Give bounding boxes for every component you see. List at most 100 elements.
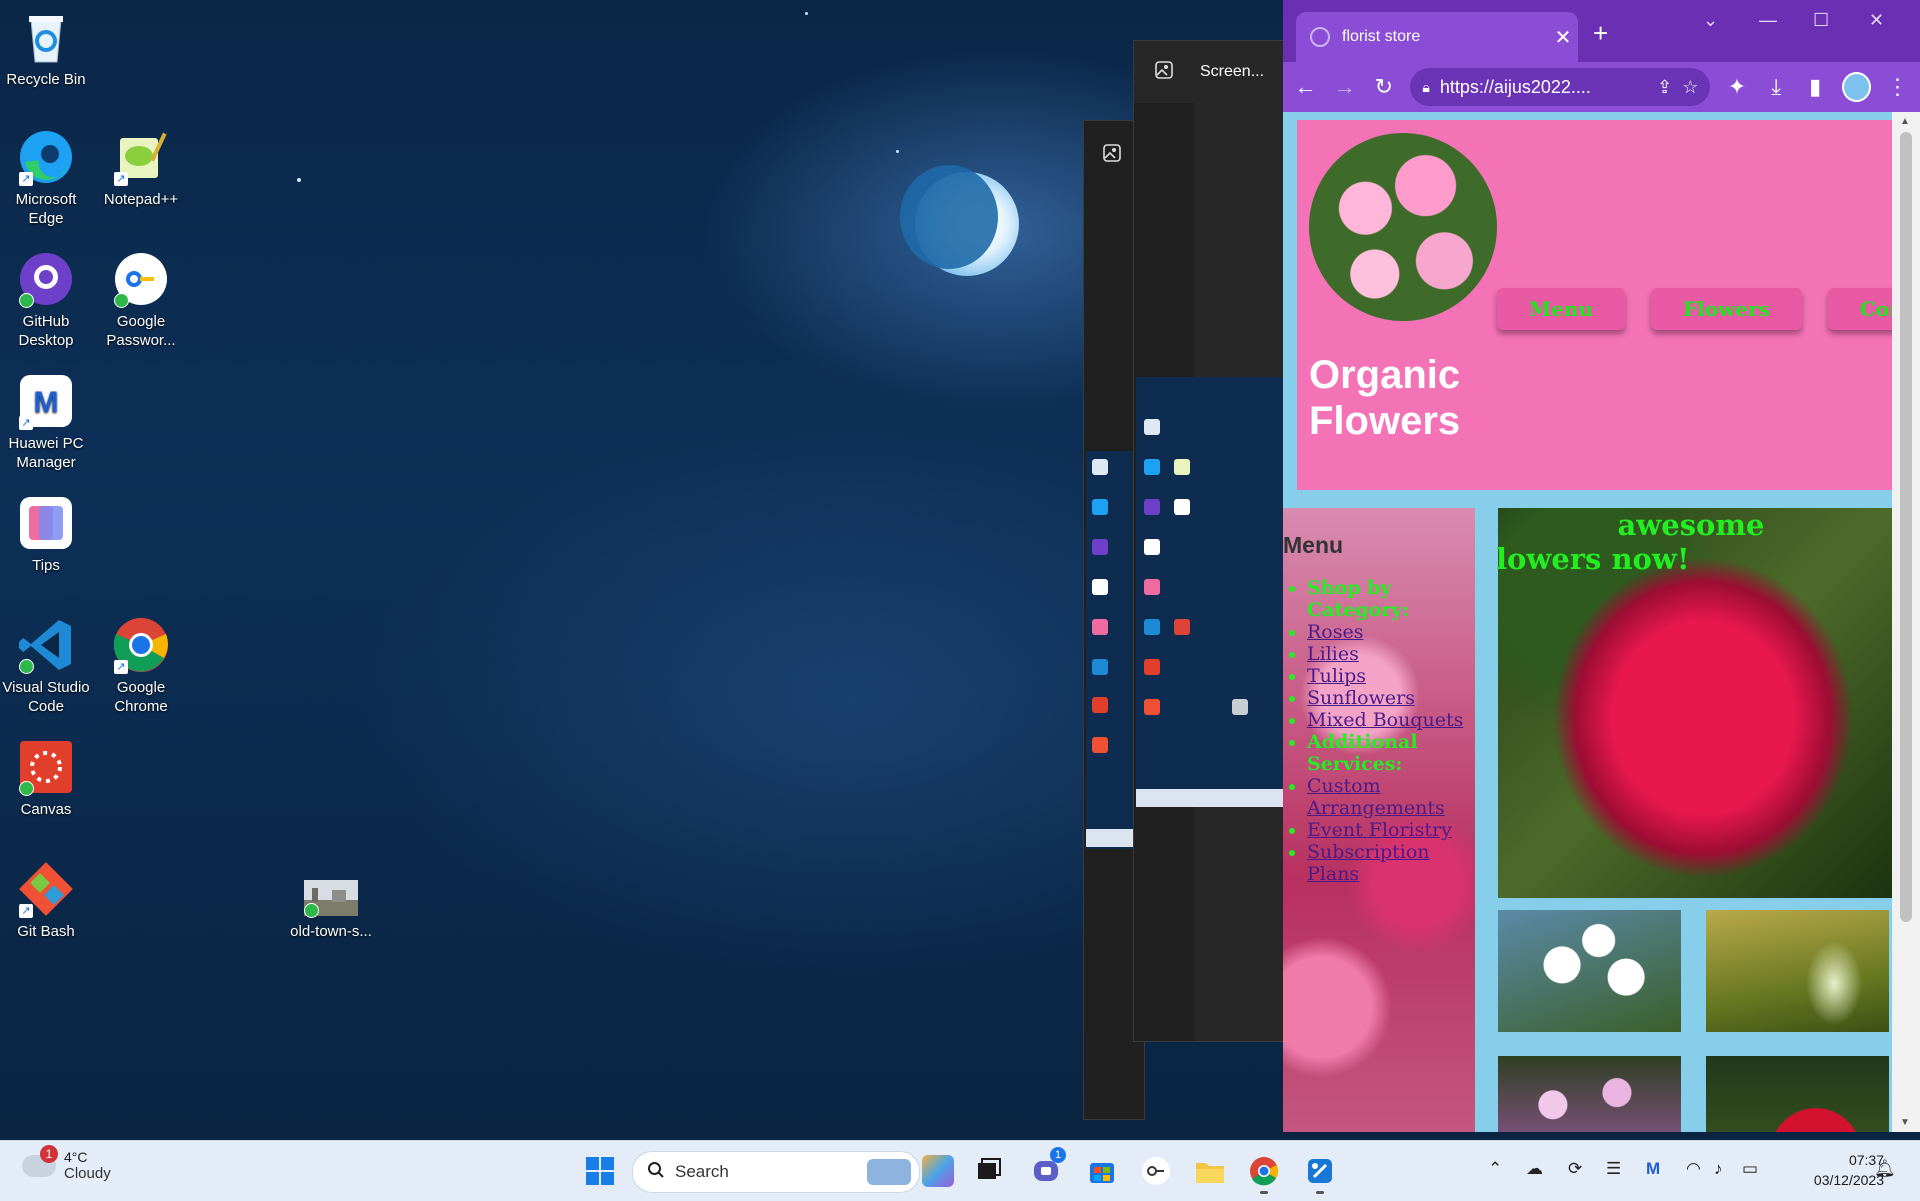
page-scrollbar[interactable]: ▲ ▼: [1892, 112, 1920, 1132]
desktop-icon-label: Recycle Bin: [6, 71, 86, 88]
tab-search-icon[interactable]: ⌄: [1703, 10, 1718, 31]
sidebar-category: Shop by Category:: [1307, 577, 1475, 621]
scrollbar-thumb[interactable]: [1900, 132, 1912, 922]
extensions-icon[interactable]: ✦: [1724, 74, 1749, 100]
sidebar-link-roses[interactable]: Roses: [1307, 621, 1364, 643]
sidebar-link-mixed-bouquets[interactable]: Mixed Bouquets: [1307, 709, 1463, 731]
sidebar-link-custom-arrangements[interactable]: Custom Arrangements: [1307, 775, 1445, 819]
recycle-bin-icon: [17, 8, 75, 66]
new-tab-icon[interactable]: +: [1593, 18, 1608, 49]
hero-text-line2: lowers now!: [1496, 542, 1690, 576]
tab-florist-store[interactable]: florist store ✕: [1296, 12, 1578, 62]
maximize-icon[interactable]: ☐: [1813, 10, 1829, 31]
desktop-icon-notepadpp[interactable]: ↗ Notepad++: [96, 128, 186, 209]
desktop-icon-chrome[interactable]: ↗ Google Chrome: [96, 616, 186, 716]
settings-sliders-icon[interactable]: ☰: [1606, 1159, 1621, 1179]
taskbar: 1 4°C Cloudy Search 1 ⌃ ☁ ⟳ ☰ M ◠ ♪ ▭ 07…: [0, 1140, 1920, 1201]
onedrive-icon[interactable]: ☁: [1526, 1159, 1543, 1179]
desktop-icon-old-town-image[interactable]: old-town-s...: [286, 878, 376, 941]
site-title: Organic Flowers: [1309, 352, 1460, 444]
sidebar-link-subscription-plans[interactable]: Subscription Plans: [1307, 841, 1430, 885]
desktop-icon-github-desktop[interactable]: GitHub Desktop: [1, 250, 91, 350]
reload-icon[interactable]: ↻: [1371, 74, 1396, 100]
mini-icon: [1174, 619, 1190, 635]
mini-icon: [1144, 659, 1160, 675]
show-hidden-icons-icon[interactable]: ⌃: [1488, 1159, 1502, 1179]
sidebar-item: Sunflowers: [1307, 687, 1475, 709]
shortcut-arrow-icon: ↗: [19, 172, 33, 186]
mini-icon: [1092, 499, 1108, 515]
notifications-bell-icon[interactable]: 🔔︎: [1874, 1159, 1896, 1179]
scroll-down-icon[interactable]: ▼: [1900, 1117, 1910, 1128]
mini-icon: [1144, 459, 1160, 475]
site-header: Menu Flowers Contact Organic Flowers: [1297, 120, 1892, 490]
mini-taskbar: [1136, 789, 1284, 807]
desktop-icon-huawei[interactable]: M ↗ Huawei PC Manager: [1, 372, 91, 472]
download-icon[interactable]: ⤓: [1764, 74, 1789, 100]
snipping-tool-window[interactable]: Screen...: [1133, 40, 1285, 1042]
desktop-icon-recycle-bin[interactable]: Recycle Bin: [1, 8, 91, 89]
nav-menu-link[interactable]: Menu: [1497, 288, 1625, 330]
close-window-icon[interactable]: ✕: [1869, 10, 1884, 31]
scroll-up-icon[interactable]: ▲: [1900, 116, 1910, 127]
desktop-icon-label: Huawei PC Manager: [8, 435, 84, 471]
sidebar-link-event-floristry[interactable]: Event Floristry: [1307, 819, 1452, 841]
weather-widget[interactable]: 1 4°C Cloudy: [22, 1144, 111, 1182]
url-text: https://aijus2022....: [1439, 76, 1591, 97]
chrome-window[interactable]: florist store ✕ + ⌄ — ☐ ✕ ← → ↻ 🔒︎ https…: [1283, 0, 1920, 1132]
search-placeholder: Search: [675, 1162, 729, 1181]
taskbar-search[interactable]: Search: [632, 1151, 920, 1193]
nav-contact-link[interactable]: Contact: [1827, 288, 1892, 330]
volume-icon[interactable]: ♪: [1714, 1159, 1723, 1179]
daffodil-image: [1498, 910, 1681, 1032]
desktop-icon-google-password[interactable]: Google Passwor...: [96, 250, 186, 350]
snipping-tool-taskbar-icon[interactable]: [1304, 1155, 1336, 1194]
desktop-icon-label: Notepad++: [103, 191, 179, 208]
mini-icon: [1144, 619, 1160, 635]
sidebar-heading: Menu: [1283, 532, 1344, 558]
image-icon: [1102, 143, 1122, 168]
address-bar[interactable]: 🔒︎ https://aijus2022.... ⇪ ☆: [1410, 68, 1711, 106]
desktop-icon-label: Microsoft Edge: [15, 191, 77, 227]
share-icon[interactable]: ⇪: [1657, 77, 1672, 98]
bookmark-star-icon[interactable]: ☆: [1682, 77, 1698, 98]
more-menu-icon[interactable]: ⋮: [1885, 74, 1910, 100]
forward-icon[interactable]: →: [1332, 74, 1357, 100]
back-icon[interactable]: ←: [1293, 74, 1318, 100]
huawei-tray-icon[interactable]: M: [1646, 1159, 1660, 1179]
mini-icon: [1092, 579, 1108, 595]
desktop-icon-label: Google Chrome: [114, 679, 168, 715]
search-icon: [647, 1161, 665, 1184]
google-password-taskbar-icon[interactable]: [1140, 1155, 1172, 1187]
store-icon[interactable]: [1086, 1155, 1118, 1187]
sidebar-link-sunflowers[interactable]: Sunflowers: [1307, 687, 1415, 709]
sidebar-link-tulips[interactable]: Tulips: [1307, 665, 1366, 687]
desktop-icon-edge[interactable]: ↗ Microsoft Edge: [1, 128, 91, 228]
desktop-icon-vscode[interactable]: Visual Studio Code: [1, 616, 91, 716]
minimize-icon[interactable]: —: [1759, 10, 1777, 31]
chrome-taskbar-icon[interactable]: [1248, 1155, 1280, 1194]
profile-avatar[interactable]: [1841, 72, 1871, 102]
vscode-icon: [17, 616, 75, 674]
file-explorer-icon[interactable]: [1194, 1155, 1226, 1187]
wifi-icon[interactable]: ◠: [1686, 1159, 1701, 1179]
start-icon[interactable]: [584, 1155, 616, 1187]
desktop-icon-tips[interactable]: Tips: [1, 494, 91, 575]
side-panel-icon[interactable]: ▮: [1803, 74, 1828, 100]
desktop-icon-git-bash[interactable]: ↗ Git Bash: [1, 860, 91, 941]
sync-icon[interactable]: ⟳: [1568, 1159, 1582, 1179]
mini-icon: [1092, 459, 1108, 475]
sidebar-link-lilies[interactable]: Lilies: [1307, 643, 1359, 665]
nav-flowers-link[interactable]: Flowers: [1650, 288, 1802, 330]
snipping-tool-header: Screen...: [1134, 41, 1284, 103]
close-tab-icon[interactable]: ✕: [1548, 25, 1578, 50]
mini-icon: [1144, 579, 1160, 595]
star: [805, 12, 808, 15]
copilot-icon[interactable]: [922, 1155, 954, 1187]
teams-chat-icon[interactable]: 1: [1030, 1147, 1066, 1187]
desktop-icon-label: Visual Studio Code: [2, 679, 90, 715]
task-view-icon[interactable]: [972, 1155, 1004, 1187]
battery-icon[interactable]: ▭: [1742, 1159, 1758, 1179]
desktop-icon-canvas[interactable]: Canvas: [1, 738, 91, 819]
star: [297, 178, 301, 182]
